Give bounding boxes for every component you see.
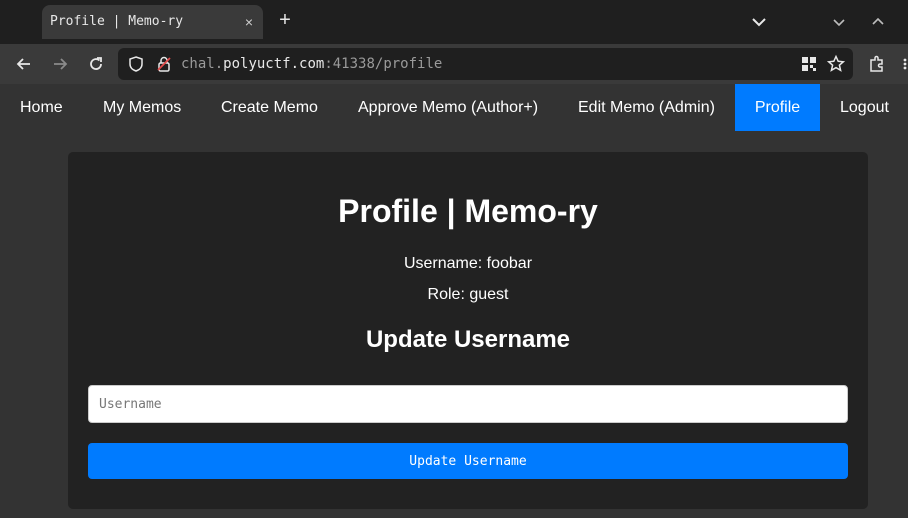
site-navbar: Home My Memos Create Memo Approve Memo (…	[0, 84, 908, 131]
address-bar[interactable]: chal.polyuctf.com:41338/profile	[118, 48, 853, 80]
shield-icon[interactable]	[126, 54, 146, 74]
url-text: chal.polyuctf.com:41338/profile	[181, 56, 442, 72]
forward-arrow-icon[interactable]	[50, 54, 70, 74]
nav-create-memo[interactable]: Create Memo	[201, 84, 338, 131]
maximize-chevron-icon[interactable]	[868, 12, 888, 32]
nav-logout[interactable]: Logout	[820, 84, 908, 131]
minimize-chevron-icon[interactable]	[829, 12, 849, 32]
browser-toolbar: chal.polyuctf.com:41338/profile	[0, 44, 908, 84]
nav-approve-memo[interactable]: Approve Memo (Author+)	[338, 84, 558, 131]
tab-title: Profile | Memo-ry	[50, 14, 184, 29]
qr-code-icon[interactable]	[800, 55, 818, 73]
page-title: Profile | Memo-ry	[338, 193, 598, 229]
nav-home[interactable]: Home	[0, 84, 83, 131]
profile-card: Profile | Memo-ry Username: foobar Role:…	[68, 152, 868, 509]
reload-icon[interactable]	[86, 54, 106, 74]
tab-list-chevron-icon[interactable]	[749, 12, 769, 32]
url-prefix: chal.	[181, 56, 224, 72]
browser-tabstrip: Profile | Memo-ry × +	[0, 0, 908, 44]
back-arrow-icon[interactable]	[14, 54, 34, 74]
username-info: Username: foobar	[403, 255, 533, 272]
close-tab-icon[interactable]: ×	[245, 13, 253, 31]
new-tab-icon[interactable]: +	[275, 10, 295, 30]
update-username-button[interactable]: Update Username	[88, 443, 848, 479]
role-info: Role: guest	[427, 286, 509, 303]
extensions-puzzle-icon[interactable]	[867, 54, 887, 74]
nav-profile[interactable]: Profile	[735, 84, 820, 131]
username-input[interactable]	[88, 385, 848, 423]
url-host: polyuctf.com	[223, 56, 325, 72]
bookmark-star-icon[interactable]	[826, 54, 846, 74]
update-username-heading: Update Username	[365, 326, 571, 353]
browser-tab[interactable]: Profile | Memo-ry ×	[42, 5, 263, 39]
url-suffix: :41338/profile	[324, 56, 443, 72]
nav-my-memos[interactable]: My Memos	[83, 84, 201, 131]
insecure-lock-icon[interactable]	[154, 54, 174, 74]
nav-edit-memo[interactable]: Edit Memo (Admin)	[558, 84, 735, 131]
menu-icon[interactable]	[900, 54, 908, 74]
